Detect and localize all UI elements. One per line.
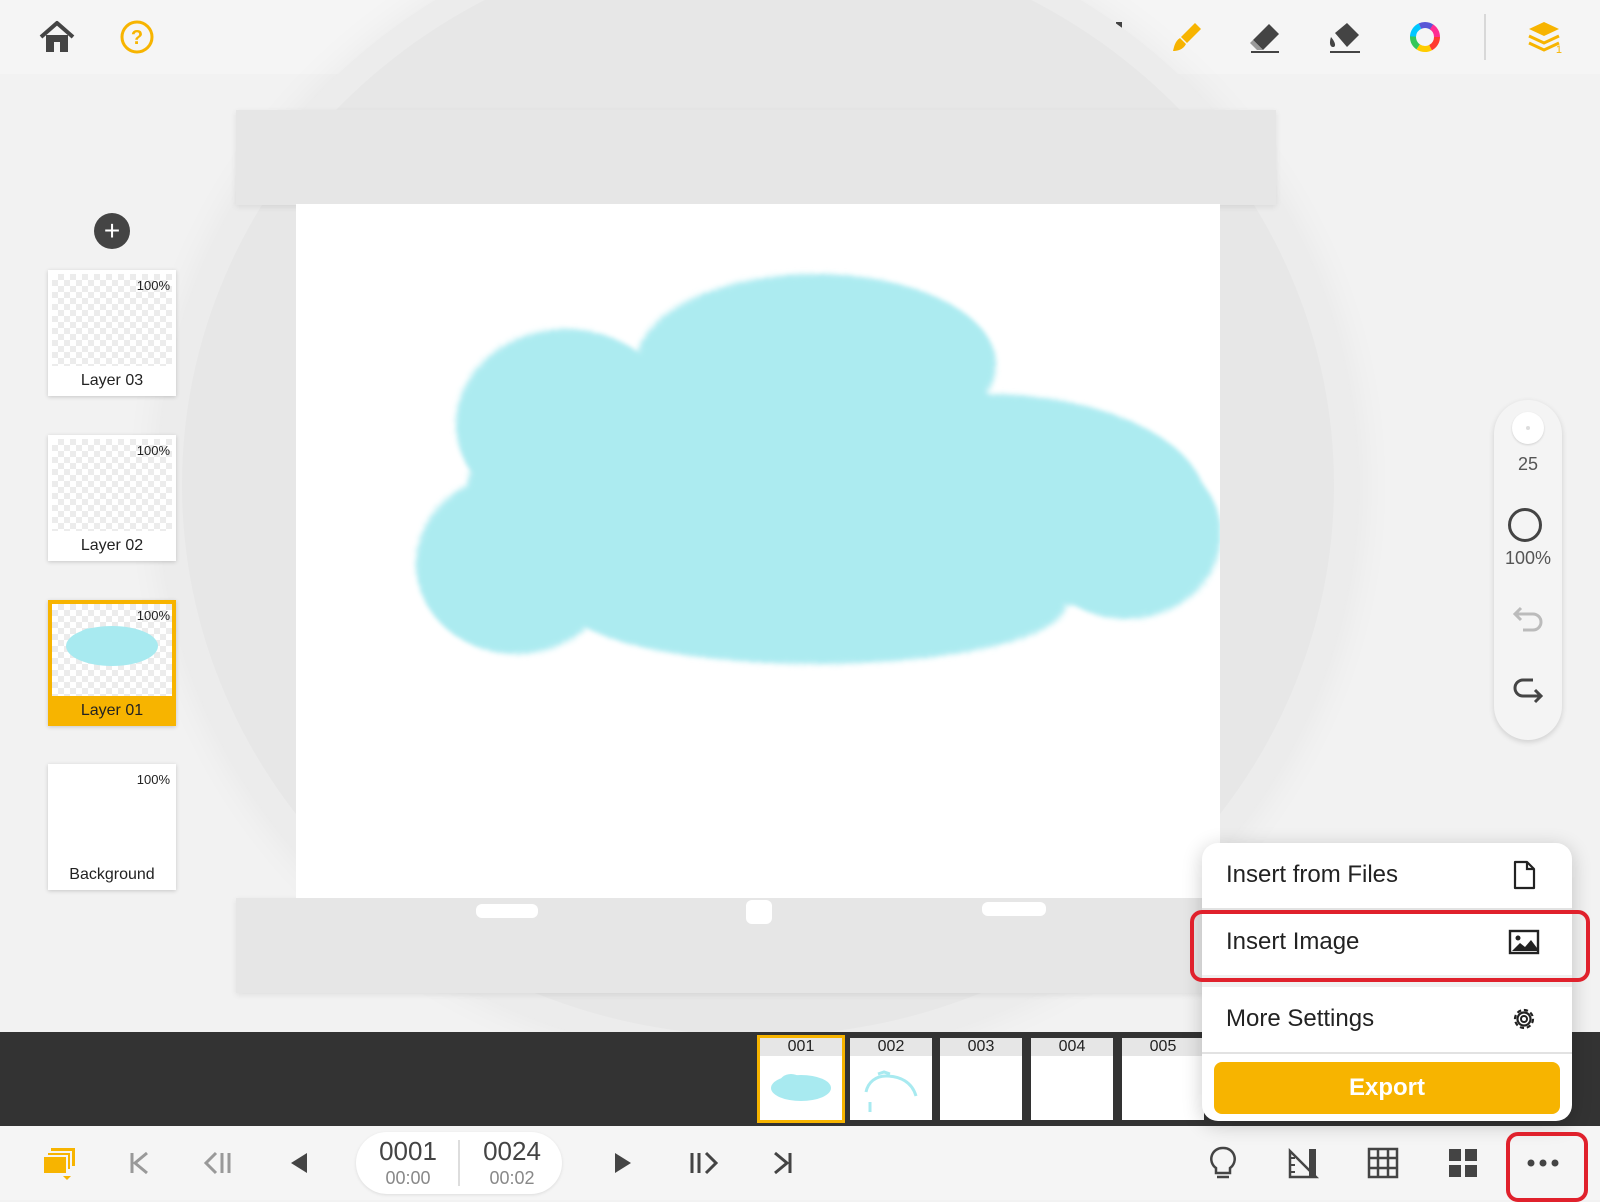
frame-number: 001 bbox=[760, 1038, 842, 1056]
frame-thumbnail[interactable]: 001 bbox=[757, 1035, 845, 1123]
play-icon[interactable] bbox=[598, 1138, 648, 1188]
frame-number: 002 bbox=[850, 1038, 932, 1056]
toolbar-separator bbox=[1484, 14, 1486, 60]
menu-divider bbox=[1202, 1052, 1572, 1054]
layer-opacity: 100% bbox=[136, 443, 170, 458]
total-time: 00:02 bbox=[489, 1168, 535, 1188]
menu-group-gap bbox=[1202, 975, 1572, 987]
brush-opacity-value: 100% bbox=[1504, 548, 1552, 568]
image-icon bbox=[1508, 926, 1540, 958]
home-icon[interactable] bbox=[32, 12, 82, 62]
layers-icon[interactable]: 1 bbox=[1520, 12, 1570, 62]
total-frames: 0024 bbox=[483, 1136, 541, 1166]
stage-title-ghost bbox=[568, 52, 958, 84]
first-frame-icon[interactable] bbox=[114, 1138, 164, 1188]
opacity-circle-icon[interactable] bbox=[1508, 508, 1542, 542]
layer-item[interactable]: 100% Layer 02 bbox=[48, 435, 176, 561]
more-icon[interactable] bbox=[1518, 1138, 1568, 1188]
peg-hole bbox=[476, 904, 538, 918]
peg-hole bbox=[982, 902, 1046, 916]
brush-size-value: 25 bbox=[1517, 454, 1539, 474]
last-frame-icon[interactable] bbox=[758, 1138, 808, 1188]
more-settings-item[interactable]: More Settings bbox=[1202, 987, 1572, 1051]
frame-counter: 0001 00:00 0024 00:02 bbox=[356, 1132, 562, 1194]
eraser-icon[interactable] bbox=[1240, 12, 1290, 62]
counter-divider bbox=[458, 1140, 460, 1186]
next-frame-icon[interactable] bbox=[678, 1138, 728, 1188]
export-button[interactable]: Export bbox=[1214, 1062, 1560, 1114]
layer-opacity: 100% bbox=[136, 772, 170, 787]
brush-dot-icon bbox=[1526, 426, 1530, 430]
more-menu-popover: Insert from Files Insert Image More Sett… bbox=[1202, 843, 1572, 1121]
layer-name: Layer 01 bbox=[80, 702, 144, 719]
frame-number: 004 bbox=[1031, 1038, 1113, 1056]
paint-stroke bbox=[416, 274, 1220, 664]
frame-number: 005 bbox=[1122, 1038, 1204, 1056]
layer-opacity: 100% bbox=[136, 608, 170, 623]
layer-name: Layer 02 bbox=[80, 537, 144, 554]
menu-item-label: More Settings bbox=[1226, 1005, 1375, 1032]
layer-name: Layer 03 bbox=[80, 372, 144, 389]
help-icon[interactable]: ? bbox=[112, 12, 162, 62]
color-wheel-icon[interactable] bbox=[1400, 12, 1450, 62]
layer-opacity: 100% bbox=[136, 278, 170, 293]
brush-size-slider[interactable] bbox=[1512, 412, 1544, 444]
layer-item-active[interactable]: 100% Layer 01 bbox=[48, 600, 176, 726]
brush-settings-panel: 25 100% bbox=[1494, 400, 1562, 740]
svg-text:?: ? bbox=[131, 27, 143, 49]
panels-icon[interactable] bbox=[1438, 1138, 1488, 1188]
frame-thumbnail[interactable]: 002 bbox=[850, 1038, 932, 1120]
frame-thumbnail[interactable]: 004 bbox=[1031, 1038, 1113, 1120]
stage-bottom-bar bbox=[236, 898, 1276, 993]
lightbulb-icon[interactable] bbox=[1198, 1138, 1248, 1188]
redo-icon[interactable] bbox=[1511, 676, 1545, 711]
layer-item[interactable]: 100% Background bbox=[48, 764, 176, 890]
menu-item-label: Insert Image bbox=[1226, 928, 1360, 955]
prev-frame-icon[interactable] bbox=[194, 1138, 244, 1188]
file-icon bbox=[1508, 859, 1540, 891]
play-reverse-icon[interactable] bbox=[274, 1138, 324, 1188]
stage-top-bar bbox=[236, 110, 1276, 205]
fill-bucket-icon[interactable] bbox=[1320, 12, 1370, 62]
gear-icon bbox=[1508, 1003, 1540, 1035]
current-time: 00:00 bbox=[385, 1168, 431, 1188]
frame-number: 003 bbox=[940, 1038, 1022, 1056]
layer-item[interactable]: 100% Layer 03 bbox=[48, 270, 176, 396]
peg-hole bbox=[746, 900, 772, 924]
frame-thumbnail[interactable]: 005 bbox=[1122, 1038, 1204, 1120]
add-layer-button[interactable]: + bbox=[94, 213, 130, 249]
frames-stack-icon[interactable] bbox=[34, 1138, 84, 1188]
layer-name: Background bbox=[69, 866, 155, 883]
drawing-canvas[interactable] bbox=[296, 204, 1220, 898]
current-frame: 0001 bbox=[379, 1136, 437, 1166]
frame-thumbnail[interactable]: 003 bbox=[940, 1038, 1022, 1120]
svg-text:1: 1 bbox=[1556, 44, 1562, 55]
undo-icon[interactable] bbox=[1511, 604, 1545, 639]
brush-icon[interactable] bbox=[1162, 12, 1212, 62]
ruler-icon[interactable] bbox=[1278, 1138, 1328, 1188]
grid-icon[interactable] bbox=[1358, 1138, 1408, 1188]
insert-from-files-item[interactable]: Insert from Files bbox=[1202, 843, 1572, 907]
menu-item-label: Insert from Files bbox=[1226, 861, 1399, 888]
insert-image-item[interactable]: Insert Image bbox=[1202, 910, 1572, 974]
